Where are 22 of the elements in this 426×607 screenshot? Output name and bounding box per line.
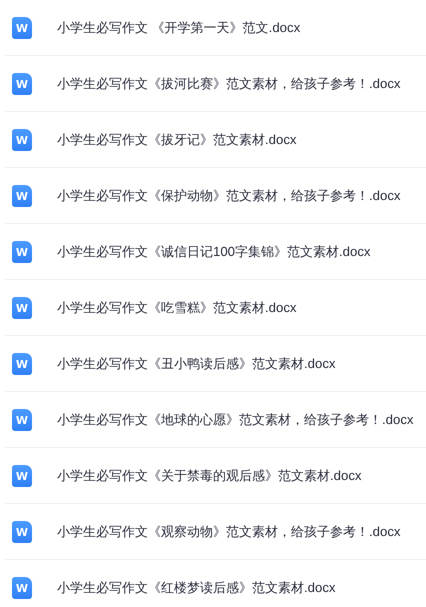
- word-document-icon: W: [12, 408, 32, 430]
- file-name[interactable]: 小学生必写作文《红楼梦读后感》范文素材.docx: [57, 578, 336, 596]
- file-name[interactable]: 小学生必写作文《关于禁毒的观后感》范文素材.docx: [57, 466, 362, 484]
- file-name[interactable]: 小学生必写作文 《开学第一天》范文.docx: [57, 18, 300, 36]
- word-document-icon: W: [12, 520, 32, 542]
- word-document-icon: W: [12, 72, 32, 94]
- file-name[interactable]: 小学生必写作文《地球的心愿》范文素材，给孩子参考！.docx: [57, 410, 414, 428]
- file-name[interactable]: 小学生必写作文《观察动物》范文素材，给孩子参考！.docx: [57, 522, 401, 540]
- file-name[interactable]: 小学生必写作文《拔牙记》范文素材.docx: [57, 130, 297, 148]
- word-document-icon: W: [12, 464, 32, 486]
- file-name[interactable]: 小学生必写作文《丑小鸭读后感》范文素材.docx: [57, 354, 336, 372]
- word-document-icon: W: [12, 184, 32, 206]
- word-document-icon: W: [12, 128, 32, 150]
- file-name[interactable]: 小学生必写作文《拔河比赛》范文素材，给孩子参考！.docx: [57, 74, 401, 92]
- file-name[interactable]: 小学生必写作文《吃雪糕》范文素材.docx: [57, 298, 297, 316]
- file-name[interactable]: 小学生必写作文《诚信日记100字集锦》范文素材.docx: [57, 242, 371, 260]
- word-document-icon: W: [12, 352, 32, 374]
- word-document-icon: W: [12, 296, 32, 318]
- file-name[interactable]: 小学生必写作文《保护动物》范文素材，给孩子参考！.docx: [57, 186, 401, 204]
- word-document-icon: W: [12, 240, 32, 262]
- word-document-icon: W: [12, 16, 32, 38]
- word-document-icon: W: [12, 576, 32, 598]
